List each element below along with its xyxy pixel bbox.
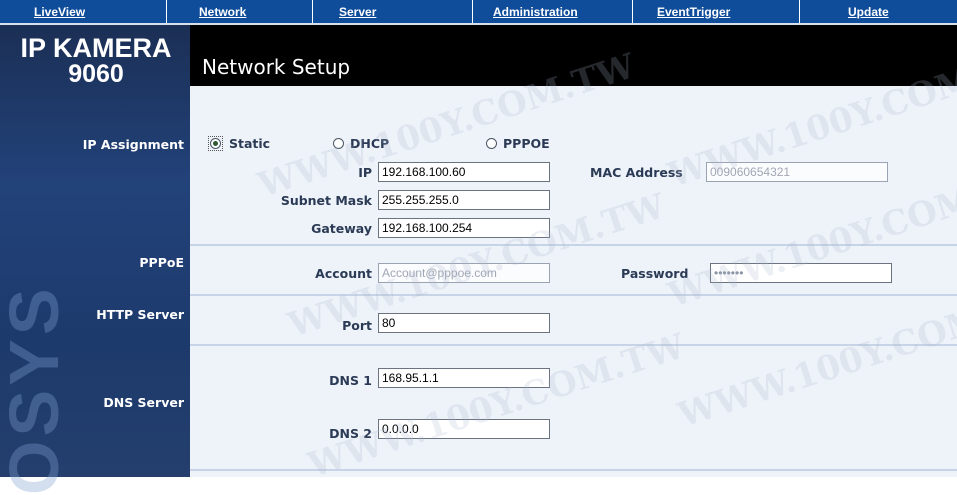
- radio-selected-icon: [210, 138, 221, 149]
- page-header: Network Setup: [190, 25, 957, 86]
- nav-separator: [312, 0, 313, 23]
- nav-eventtrigger-link[interactable]: EventTrigger: [657, 5, 730, 19]
- radio-pppoe[interactable]: PPPOE: [486, 136, 550, 151]
- radio-focus-box: [208, 136, 223, 151]
- password-label: Password: [621, 266, 689, 281]
- brand-title: IP KAMERA: [20, 33, 172, 63]
- radio-dhcp[interactable]: DHCP: [333, 136, 389, 151]
- gateway-label: Gateway: [311, 221, 372, 236]
- ip-label: IP: [358, 165, 372, 180]
- radio-pppoe-label: PPPOE: [503, 136, 550, 151]
- sidebar-pppoe-label: PPPoE: [139, 255, 184, 270]
- nav-network-link[interactable]: Network: [199, 5, 246, 19]
- password-input[interactable]: [710, 263, 892, 283]
- nav-separator: [799, 0, 800, 23]
- watermark: WWW.100Y.COM.TW: [673, 276, 957, 436]
- radio-dhcp-label: DHCP: [350, 136, 390, 151]
- account-label: Account: [315, 266, 372, 281]
- port-label: Port: [342, 318, 372, 333]
- port-input[interactable]: [378, 313, 550, 333]
- radio-static[interactable]: Static: [208, 136, 270, 151]
- section-divider: [190, 469, 957, 471]
- top-navigation: LiveView Network Server Administration E…: [0, 0, 957, 25]
- section-divider: [190, 344, 957, 346]
- sidebar-dns-server-label: DNS Server: [103, 395, 184, 410]
- dns1-input[interactable]: [378, 368, 550, 388]
- subnet-mask-input[interactable]: [378, 190, 550, 210]
- subnet-mask-label: Subnet Mask: [280, 193, 372, 208]
- sidebar-ip-assignment-label: IP Assignment: [82, 137, 184, 152]
- nav-update-link[interactable]: Update: [848, 5, 889, 19]
- radio-unselected-icon: [486, 138, 497, 149]
- sidebar-http-server-label: HTTP Server: [96, 307, 184, 322]
- sidebar: IP KAMERA 9060 OSYS IP Assignment PPPoE …: [0, 25, 190, 495]
- section-divider: [190, 294, 957, 296]
- section-divider: [190, 244, 957, 246]
- dns1-label: DNS 1: [329, 373, 372, 388]
- radio-static-label: Static: [229, 136, 271, 151]
- nav-server-link[interactable]: Server: [339, 5, 376, 19]
- nav-separator: [632, 0, 633, 23]
- account-input[interactable]: [378, 263, 550, 283]
- dns2-input[interactable]: [378, 419, 550, 439]
- brand-logo: IP KAMERA 9060: [6, 33, 186, 88]
- page-title: Network Setup: [202, 55, 351, 79]
- radio-unselected-icon: [333, 138, 344, 149]
- nav-separator: [166, 0, 167, 23]
- mac-address-label: MAC Address: [590, 165, 683, 180]
- brand-decoration: OSYS: [0, 284, 73, 495]
- gateway-input[interactable]: [378, 218, 550, 238]
- watermark: WWW.100Y.COM.TW: [303, 326, 690, 486]
- ip-input[interactable]: [378, 162, 550, 182]
- nav-separator: [472, 0, 473, 23]
- nav-liveview-link[interactable]: LiveView: [34, 5, 85, 19]
- dns2-label: DNS 2: [329, 426, 372, 441]
- nav-administration-link[interactable]: Administration: [493, 5, 578, 19]
- brand-model: 9060: [68, 60, 124, 88]
- network-setup-form: Static DHCP PPPOE IP Subnet Mask Gateway…: [190, 36, 957, 486]
- mac-address-input: [706, 162, 888, 182]
